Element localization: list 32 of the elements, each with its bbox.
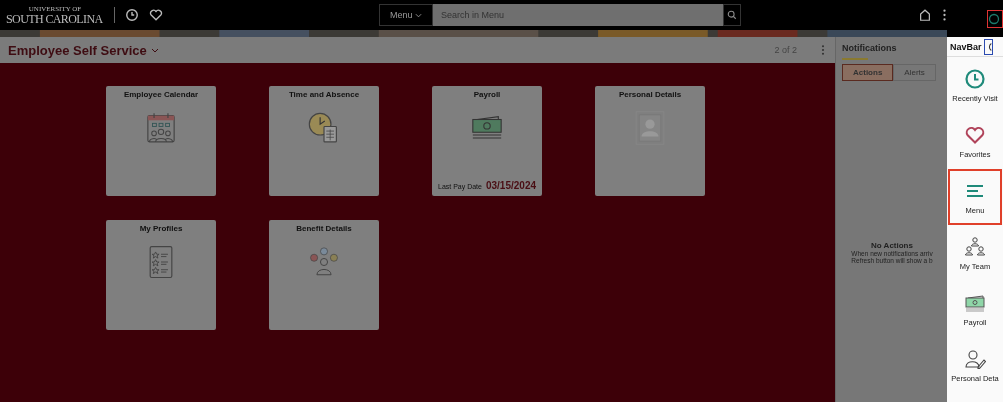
navbar-title: NavBar xyxy=(950,41,982,52)
user-icon[interactable] xyxy=(988,13,1000,25)
search-button[interactable] xyxy=(723,4,741,26)
menu-dropdown[interactable]: Menu xyxy=(379,4,433,26)
tile-title: Benefit Details xyxy=(296,224,352,233)
tile-card[interactable]: My Profiles xyxy=(106,220,216,330)
calendar-people-icon xyxy=(144,111,178,145)
empty-title: No Actions xyxy=(871,241,913,250)
tile-card[interactable]: Benefit Details xyxy=(269,220,379,330)
tile-title: Payroll xyxy=(473,90,501,99)
panel-title: Notifications xyxy=(842,43,898,53)
search-icon xyxy=(727,10,737,20)
tile-title: My Profiles xyxy=(139,224,183,233)
notification-tab[interactable]: Alerts xyxy=(893,64,936,81)
tile-card[interactable]: Employee Calendar xyxy=(106,86,216,196)
home-icon[interactable] xyxy=(918,8,932,22)
team-icon xyxy=(964,235,986,258)
tile-title: Employee Calendar xyxy=(123,90,199,99)
caret-icon xyxy=(415,13,422,19)
tile-title: Time and Absence xyxy=(288,90,360,99)
clock-icon xyxy=(964,67,986,90)
more-icon[interactable] xyxy=(942,8,947,22)
heart-icon[interactable] xyxy=(149,8,163,22)
tile-card[interactable]: Time and Absence xyxy=(269,86,379,196)
pay-date-value: 03/15/2024 xyxy=(485,180,536,191)
notification-tab[interactable]: Actions xyxy=(842,64,894,81)
caret-icon[interactable] xyxy=(150,47,159,53)
clock-icon[interactable] xyxy=(125,8,139,22)
tile-title: Personal Details xyxy=(618,90,682,99)
person-edit-icon xyxy=(964,347,986,370)
page-title[interactable]: Employee Self Service xyxy=(8,42,147,58)
tile-card[interactable]: Personal Details xyxy=(595,86,705,196)
